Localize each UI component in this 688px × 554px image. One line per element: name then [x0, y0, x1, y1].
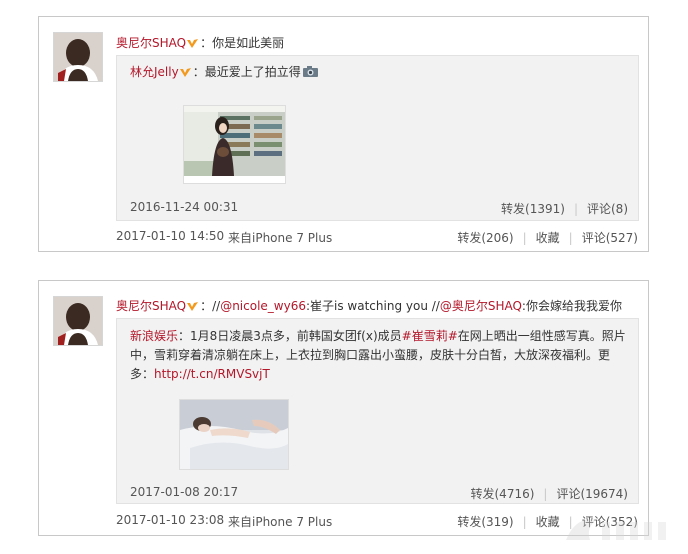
post-date[interactable]: 2017-01-10 14:50	[116, 229, 224, 243]
repost-date[interactable]: 2017-01-08 20:17	[130, 485, 238, 499]
author-name[interactable]: 奥尼尔SHAQ	[116, 36, 186, 50]
post-text: 你是如此美丽	[212, 36, 285, 50]
post-card: 奥尼尔SHAQ ：你是如此美丽 林允Jelly ：最近爱上了拍立得 2016-1…	[38, 16, 649, 252]
repost-body: 新浪娱乐：1月8日凌晨3点多，前韩国女团f(x)成员#崔雪莉#在网上晒出一组性感…	[130, 329, 626, 381]
repost-comment-button[interactable]: 评论(19674)	[556, 487, 628, 501]
url-link[interactable]: http://t.cn/RMVSvjT	[154, 367, 270, 381]
post-source: 来自iPhone 7 Plus	[228, 231, 333, 245]
repost-actions: 转发(4716) | 评论(19674)	[470, 487, 629, 501]
favorite-button[interactable]: 收藏	[536, 231, 560, 245]
vip-badge-icon	[187, 302, 199, 311]
post-actions: 转发(206) | 收藏 | 评论(527)	[457, 231, 638, 245]
post-header: 奥尼尔SHAQ ：//@nicole_wy66:崔子is watching you…	[116, 299, 622, 313]
post-source: 来自iPhone 7 Plus	[228, 515, 333, 529]
camera-emoji-icon	[302, 66, 318, 77]
avatar[interactable]	[53, 296, 103, 346]
post-card: 奥尼尔SHAQ ：//@nicole_wy66:崔子is watching you…	[38, 280, 649, 536]
repost-forward-button[interactable]: 转发(4716)	[471, 487, 535, 501]
post-header: 奥尼尔SHAQ ：你是如此美丽	[116, 36, 285, 50]
vip-badge-icon	[179, 68, 191, 77]
repost-author[interactable]: 林允Jelly	[130, 65, 179, 79]
avatar[interactable]	[53, 32, 103, 82]
repost-forward-button[interactable]: 转发(1391)	[501, 202, 565, 216]
forward-button[interactable]: 转发(319)	[457, 515, 513, 529]
repost-actions: 转发(1391) | 评论(8)	[501, 202, 628, 216]
repost-header: 林允Jelly ：最近爱上了拍立得	[130, 63, 628, 82]
watermark-logo	[566, 519, 666, 540]
mention-link[interactable]: @奥尼尔SHAQ	[440, 299, 522, 313]
repost-comment-button[interactable]: 评论(8)	[587, 202, 628, 216]
repost-box: 新浪娱乐：1月8日凌晨3点多，前韩国女团f(x)成员#崔雪莉#在网上晒出一组性感…	[116, 318, 639, 504]
forward-button[interactable]: 转发(206)	[457, 231, 513, 245]
vip-badge-icon	[187, 39, 199, 48]
comment-button[interactable]: 评论(527)	[582, 231, 638, 245]
repost-author[interactable]: 新浪娱乐	[130, 329, 178, 343]
repost-date[interactable]: 2016-11-24 00:31	[130, 200, 238, 214]
mention-link[interactable]: @nicole_wy66	[220, 299, 306, 313]
hashtag-link[interactable]: #崔雪莉#	[402, 329, 458, 343]
repost-text: 最近爱上了拍立得	[204, 65, 301, 79]
author-name[interactable]: 奥尼尔SHAQ	[116, 299, 186, 313]
repost-box: 林允Jelly ：最近爱上了拍立得 2016-11-24 00:31 转发(13…	[116, 55, 639, 221]
repost-image[interactable]	[183, 105, 286, 184]
post-date[interactable]: 2017-01-10 23:08	[116, 513, 224, 527]
repost-image[interactable]	[179, 399, 289, 470]
